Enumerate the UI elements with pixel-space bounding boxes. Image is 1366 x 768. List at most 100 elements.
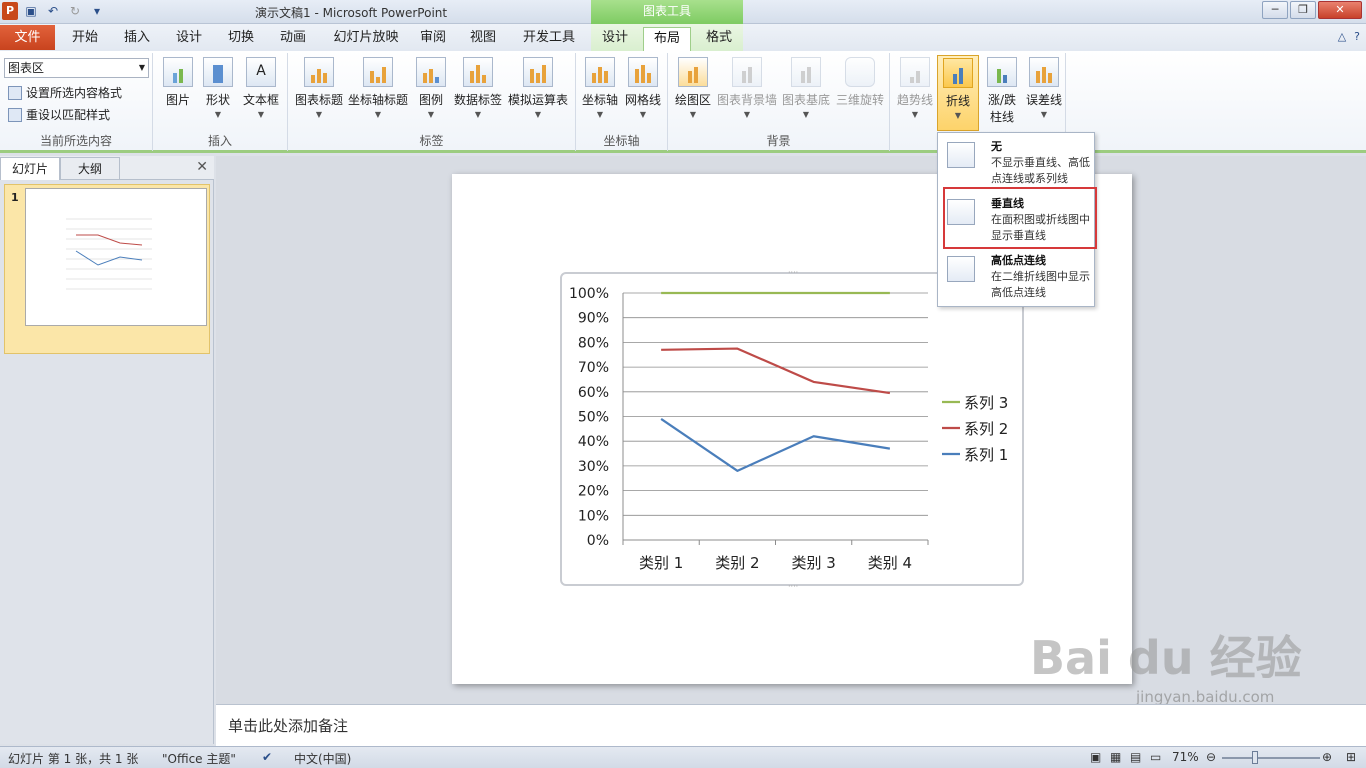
spellcheck-icon[interactable]: ✔ [262, 750, 272, 764]
error-bars-button[interactable]: 误差线 ▼ [1024, 57, 1064, 119]
chart-area[interactable]: ···· ···· [560, 268, 1024, 591]
insert-shapes-button[interactable]: 形状 ▼ [201, 57, 235, 119]
chevron-down-icon: ▼ [743, 110, 751, 119]
tab-transitions[interactable]: 切换 [218, 27, 264, 51]
axis-titles-button[interactable]: 坐标轴标题 ▼ [347, 57, 409, 119]
gridlines-icon [628, 57, 658, 87]
group-label-labels: 标签 [419, 134, 444, 148]
format-selection-button[interactable]: 设置所选内容格式 [8, 84, 122, 101]
axes-button[interactable]: 坐标轴 ▼ [580, 57, 620, 119]
chart-elements-dropdown[interactable]: 图表区 ▼ [4, 58, 149, 78]
slideshow-view-icon[interactable]: ▭ [1150, 750, 1161, 764]
zoom-slider-thumb[interactable] [1252, 751, 1258, 764]
language-status[interactable]: 中文(中国) [294, 750, 351, 767]
lines-button[interactable]: 折线 ▼ [937, 55, 979, 131]
help-icon[interactable]: ? [1354, 30, 1360, 43]
tab-slideshow[interactable]: 幻灯片放映 [326, 27, 406, 51]
tab-insert[interactable]: 插入 [114, 27, 160, 51]
gridlines-button[interactable]: 网格线 ▼ [622, 57, 664, 119]
reading-view-icon[interactable]: ▤ [1130, 750, 1141, 764]
menu-item-high-low-desc: 在二维折线图中显示高低点连线 [991, 270, 1090, 299]
plot-area-label: 绘图区 [674, 93, 711, 107]
minimize-ribbon-icon[interactable]: △ [1338, 30, 1346, 43]
notes-pane[interactable]: 单击此处添加备注 [216, 704, 1366, 746]
window-controls: ─ ❐ ✕ [1262, 1, 1362, 19]
chevron-down-icon: ▼ [474, 110, 482, 119]
fit-to-window-icon[interactable]: ⊞ [1346, 750, 1356, 764]
baidu-watermark: Bai du 经验 [1030, 631, 1302, 685]
zoom-in-icon[interactable]: ⊕ [1322, 750, 1332, 764]
legend-button[interactable]: 图例 ▼ [413, 57, 449, 119]
data-labels-button[interactable]: 数据标签 ▼ [452, 57, 504, 119]
tab-file[interactable]: 文件 [0, 25, 55, 50]
chart-wall-button[interactable]: 图表背景墙 ▼ [716, 57, 778, 119]
group-insert: 图片 形状 ▼ A 文本框 ▼ 插入 [153, 53, 288, 151]
close-button[interactable]: ✕ [1318, 1, 1362, 19]
zoom-level[interactable]: 71% [1172, 750, 1199, 764]
high-low-lines-icon [947, 256, 975, 282]
reset-style-label: 重设以匹配样式 [26, 108, 111, 122]
data-table-button[interactable]: 模拟运算表 ▼ [506, 57, 570, 119]
chevron-down-icon: ▼ [596, 110, 604, 119]
resize-handle-top[interactable]: ···· [788, 268, 798, 277]
menu-item-none[interactable]: 无 不显示垂直线、高低点连线或系列线 [938, 133, 1094, 189]
rotation-3d-button[interactable]: 三维旋转 [834, 57, 886, 108]
theme-status[interactable]: "Office 主题" [162, 750, 236, 767]
thumbnail-chart [66, 218, 152, 290]
group-label-background: 背景 [766, 134, 791, 148]
slide-sorter-icon[interactable]: ▦ [1110, 750, 1121, 764]
menu-item-high-low-lines[interactable]: 高低点连线 在二维折线图中显示高低点连线 [938, 247, 1094, 303]
powerpoint-logo-icon[interactable]: P [2, 2, 18, 20]
axes-label: 坐标轴 [581, 93, 618, 107]
title-bar: P ▣ ↶ ↻ ▾ 演示文稿1 - Microsoft PowerPoint 图… [0, 0, 1366, 24]
tab-layout[interactable]: 布局 [643, 27, 691, 51]
group-label-axes: 坐标轴 [603, 134, 640, 148]
close-icon[interactable]: ✕ [196, 159, 208, 175]
tab-home[interactable]: 开始 [62, 27, 108, 51]
no-lines-icon [947, 142, 975, 168]
chart-floor-button[interactable]: 图表基底 ▼ [780, 57, 832, 119]
tab-format[interactable]: 格式 [698, 27, 740, 51]
reset-icon [8, 107, 22, 122]
insert-picture-button[interactable]: 图片 [161, 57, 195, 108]
updown-bars-button[interactable]: 涨/跌 柱线 [982, 57, 1022, 125]
tab-outline[interactable]: 大纲 [60, 157, 120, 180]
minimize-button[interactable]: ─ [1262, 1, 1288, 19]
insert-textbox-button[interactable]: A 文本框 ▼ [241, 57, 281, 119]
tab-design[interactable]: 设计 [166, 27, 212, 51]
chart-elements-value: 图表区 [8, 61, 45, 75]
customize-qat-icon[interactable]: ▾ [88, 2, 106, 20]
tab-animations[interactable]: 动画 [270, 27, 316, 51]
normal-view-icon[interactable]: ▣ [1090, 750, 1101, 764]
trendline-button[interactable]: 趋势线 ▼ [894, 57, 936, 119]
restore-button[interactable]: ❐ [1290, 1, 1316, 19]
tab-developer[interactable]: 开发工具 [514, 27, 584, 51]
data-table-label: 模拟运算表 [507, 93, 568, 107]
tab-view[interactable]: 视图 [462, 27, 504, 51]
redo-icon[interactable]: ↻ [66, 2, 84, 20]
slides-pane: 幻灯片 大纲 ✕ 1 [0, 156, 214, 744]
slide-thumbnail-selected[interactable]: 1 [4, 184, 210, 354]
zoom-out-icon[interactable]: ⊖ [1206, 750, 1216, 764]
data-labels-icon [463, 57, 493, 87]
chevron-down-icon: ▼ [954, 111, 962, 120]
slides-pane-tabs: 幻灯片 大纲 ✕ [0, 156, 214, 180]
insert-shapes-label: 形状 [205, 93, 230, 107]
textbox-icon: A [246, 57, 276, 87]
ribbon-help-area: △ ? [1338, 30, 1360, 43]
chart-title-button[interactable]: 图表标题 ▼ [293, 57, 345, 119]
tab-slides[interactable]: 幻灯片 [0, 157, 60, 180]
group-labels: 图表标题 ▼ 坐标轴标题 ▼ 图例 ▼ 数据标签 ▼ 模拟运算表 ▼ 标签 [288, 53, 576, 151]
chevron-down-icon: ▼ [315, 110, 323, 119]
menu-item-high-low-title: 高低点连线 [991, 254, 1046, 267]
chevron-down-icon: ▼ [911, 110, 919, 119]
undo-icon[interactable]: ↶ [44, 2, 62, 20]
plot-area-button[interactable]: 绘图区 ▼ [672, 57, 714, 119]
slide-thumbnail[interactable] [25, 188, 207, 326]
tab-review[interactable]: 审阅 [412, 27, 454, 51]
zoom-slider-track[interactable] [1222, 757, 1320, 759]
tab-chart-design[interactable]: 设计 [594, 27, 636, 51]
resize-handle-bottom[interactable]: ···· [788, 582, 798, 591]
save-icon[interactable]: ▣ [22, 2, 40, 20]
reset-style-button[interactable]: 重设以匹配样式 [8, 106, 110, 123]
